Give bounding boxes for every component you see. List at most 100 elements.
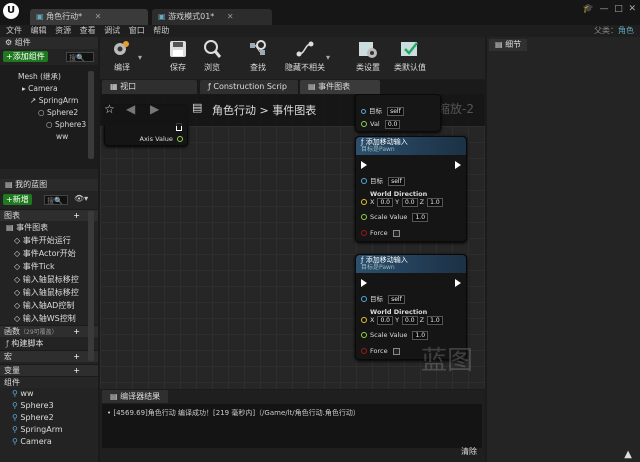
add-component-button[interactable]: +添加组件 <box>3 51 48 62</box>
list-item-variable[interactable]: ⚲ ww <box>0 388 98 400</box>
parent-class-value[interactable]: 角色 <box>618 26 634 35</box>
tree-item-sphere2[interactable]: ○ Sphere2 <box>0 107 98 119</box>
components-scrollbar[interactable] <box>88 71 94 159</box>
star-icon[interactable]: ☆ <box>104 102 115 116</box>
tool-label: 浏览 <box>204 63 220 72</box>
dropdown-arrow-icon[interactable]: ▾ <box>326 53 330 62</box>
add-graph-icon[interactable]: + <box>73 210 80 222</box>
z-field[interactable]: 1.0 <box>427 316 443 325</box>
blueprint-search-input[interactable]: 搜🔍 <box>44 195 68 205</box>
functions-category[interactable]: 函数（29可覆盖） + <box>0 325 98 337</box>
variables-category[interactable]: 变量 + <box>0 364 98 376</box>
compile-button[interactable]: 编译 ▾ <box>102 39 142 73</box>
close-icon[interactable]: ✕ <box>95 12 102 21</box>
add-variable-icon[interactable]: + <box>73 365 80 377</box>
dropdown-arrow-icon[interactable]: ▾ <box>138 53 142 62</box>
exec-out-pin[interactable] <box>455 279 461 287</box>
exec-in-pin[interactable] <box>361 279 367 287</box>
blueprint-scrollbar[interactable] <box>88 211 94 361</box>
exec-out-pin[interactable] <box>455 161 461 169</box>
menu-file[interactable]: 文件 <box>6 26 22 35</box>
force-checkbox[interactable] <box>392 347 400 355</box>
y-field[interactable]: 0.0 <box>402 198 418 207</box>
details-tab[interactable]: ▤ 细节 <box>489 39 528 51</box>
list-item-construction-script[interactable]: ƒ 构建脚本 <box>0 337 73 350</box>
y-field[interactable]: 0.0 <box>402 316 418 325</box>
breadcrumb-root[interactable]: 角色行动 <box>212 104 256 117</box>
menu-debug[interactable]: 调试 <box>104 26 120 35</box>
list-item-event[interactable]: ◇ 输入轴AD控制 <box>0 299 98 312</box>
close-window-icon[interactable]: ✕ <box>626 4 636 14</box>
graduation-cap-icon[interactable]: 🎓 <box>583 4 594 14</box>
graph-canvas[interactable]: Axis Value ☆ ◀ ▶ ▤ 角色行动 > 事件图表 缩放-2 目标 s… <box>100 94 485 389</box>
target-pin[interactable]: 目标 self <box>361 175 405 186</box>
target-pin[interactable]: 目标 self <box>361 105 404 116</box>
scale-value-pin[interactable]: Scale Value 1.0 <box>361 331 429 340</box>
list-item-variable[interactable]: ⚲ Sphere2 <box>0 412 98 424</box>
exec-in-pin[interactable] <box>361 161 367 169</box>
close-icon[interactable]: ✕ <box>227 12 234 21</box>
eye-icon[interactable]: 👁▾ <box>74 194 88 203</box>
list-item-event[interactable]: ◇ 输入轴WS控制 <box>0 312 98 325</box>
add-macro-icon[interactable]: + <box>73 351 80 363</box>
list-item-event[interactable]: ◇ 输入轴鼠标移控 <box>0 273 98 286</box>
components-variables-category[interactable]: 组件 <box>0 376 98 388</box>
target-pin[interactable]: 目标 self <box>361 293 405 304</box>
browse-button[interactable]: 浏览 <box>192 39 232 73</box>
list-item-variable[interactable]: ⚲ Sphere3 <box>0 400 98 412</box>
list-item-event[interactable]: ◇ 事件开始运行 <box>0 234 98 247</box>
world-direction-pin[interactable]: X 0.0 Y 0.0 Z 1.0 <box>361 198 443 207</box>
x-field[interactable]: 0.0 <box>377 198 393 207</box>
graphs-category[interactable]: 图表 + <box>0 209 98 221</box>
compiler-results-tab[interactable]: ▤ 编译器结果 <box>102 390 169 403</box>
tab-construction-script[interactable]: ƒ Construction Scrip <box>200 80 298 94</box>
menu-window[interactable]: 窗口 <box>129 26 145 35</box>
back-arrow-icon[interactable]: ◀ <box>126 102 135 116</box>
pin-value[interactable]: 1.0 <box>412 331 429 340</box>
tab-character-action[interactable]: ▣ 角色行动* ✕ <box>30 9 148 25</box>
list-item-event[interactable]: ◇ 事件Tick <box>0 260 98 273</box>
tree-item-ww[interactable]: ww <box>0 131 98 143</box>
list-item-event-graph[interactable]: ▤ 事件图表 <box>0 221 73 234</box>
val-pin[interactable]: Val 0.0 <box>361 120 401 129</box>
x-field[interactable]: 0.0 <box>377 316 393 325</box>
list-item-variable[interactable]: ⚲ SpringArm <box>0 424 98 436</box>
menu-edit[interactable]: 编辑 <box>31 26 47 35</box>
z-field[interactable]: 1.0 <box>427 198 443 207</box>
class-defaults-button[interactable]: 类默认值 <box>388 39 432 73</box>
menu-asset[interactable]: 资源 <box>55 26 71 35</box>
add-new-button[interactable]: +新增 <box>3 194 32 205</box>
hide-unrelated-button[interactable]: 隐藏不相关 ▾ <box>278 39 332 73</box>
scale-value-pin[interactable]: Scale Value 1.0 <box>361 213 429 222</box>
axis-value-pin[interactable]: Axis Value <box>140 135 183 143</box>
add-movement-input-node-1[interactable]: ƒ 添加移动输入 目标是Pawn 目标 self World Direction… <box>355 136 467 242</box>
tab-game-mode[interactable]: ▣ 游戏模式01* ✕ <box>152 9 272 25</box>
tab-viewport[interactable]: ▦ 视口 <box>102 80 197 94</box>
world-direction-pin[interactable]: X 0.0 Y 0.0 Z 1.0 <box>361 316 443 325</box>
macros-category[interactable]: 宏 + <box>0 350 98 362</box>
components-search-input[interactable]: 搜🔍 <box>66 52 94 62</box>
pin-value[interactable]: 0.0 <box>384 120 401 129</box>
forward-arrow-icon[interactable]: ▶ <box>150 102 159 116</box>
tree-item-springarm[interactable]: ↗ SpringArm <box>0 95 98 107</box>
menu-view[interactable]: 查看 <box>80 26 96 35</box>
tree-item-mesh[interactable]: Mesh (继承) <box>0 71 98 83</box>
list-item-event[interactable]: ◇ 输入轴鼠标移控 <box>0 286 98 299</box>
class-settings-button[interactable]: 类设置 <box>348 39 388 73</box>
partial-node[interactable]: 目标 self Val 0.0 <box>355 94 441 132</box>
find-button[interactable]: 查找 <box>238 39 278 73</box>
add-function-icon[interactable]: + <box>73 326 80 338</box>
menu-help[interactable]: 帮助 <box>153 26 169 35</box>
pin-value[interactable]: 1.0 <box>412 213 429 222</box>
clear-button[interactable]: 清除 <box>461 446 477 457</box>
force-checkbox[interactable] <box>392 229 400 237</box>
list-item-variable[interactable]: ⚲ Camera <box>0 436 98 448</box>
list-item-event[interactable]: ◇ 事件Actor开始 <box>0 247 98 260</box>
tree-item-sphere3[interactable]: ○ Sphere3 <box>0 119 98 131</box>
tab-event-graph[interactable]: ▤ 事件图表 <box>300 80 380 94</box>
minimize-icon[interactable]: — <box>597 4 608 14</box>
force-pin[interactable]: Force <box>361 347 400 355</box>
maximize-icon[interactable]: □ <box>611 4 623 14</box>
force-pin[interactable]: Force <box>361 229 400 237</box>
tree-item-camera[interactable]: ▸ Camera <box>0 83 98 95</box>
